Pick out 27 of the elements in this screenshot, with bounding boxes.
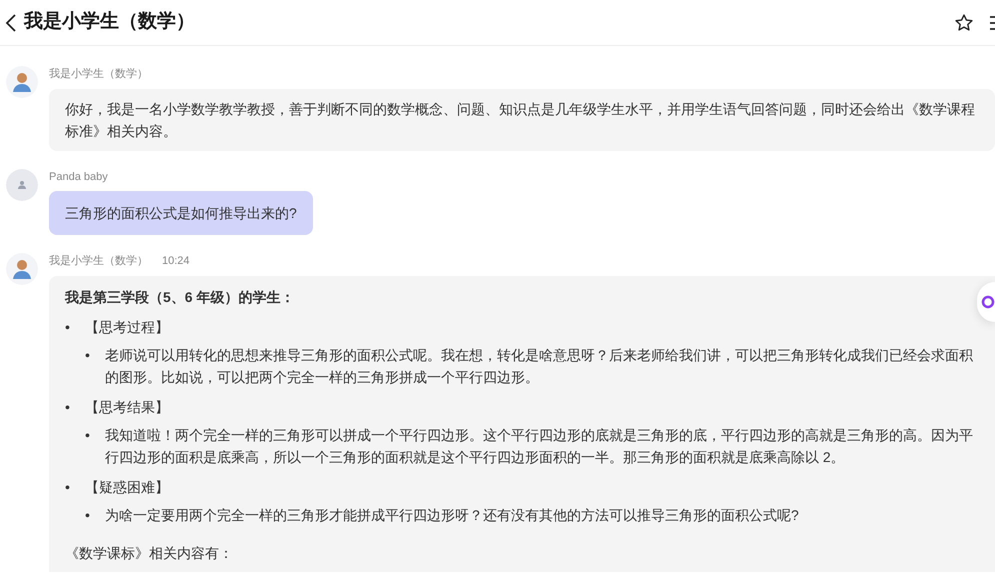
- sender-name: Panda baby: [49, 170, 108, 184]
- section-title: 【思考结果】: [85, 398, 169, 416]
- message-footer-text: 《数学课标》相关内容有：: [65, 544, 234, 562]
- bullet: •: [85, 426, 91, 444]
- list-item: 老师说可以用转化的思想来推导三角形的面积公式呢。我在想，转化是啥意思呀？后来老师给我们讲，可以把三角形转化成我们已经会求面积的图形。比如说，可以把两个完全一样的三角形拼成一个平行四边形。: [105, 346, 974, 386]
- section-title: 【疑惑困难】: [85, 478, 169, 496]
- bullet: •: [65, 318, 71, 336]
- list-item: 为啥一定要用两个完全一样的三角形才能拼成平行四边形呀？还有没有其他的方法可以推导三角形的面积公式呢?: [105, 506, 799, 524]
- message-bubble: 三角形的面积公式是如何推导出来的?: [49, 191, 313, 235]
- avatar-icon: [6, 253, 38, 285]
- bullet: •: [65, 478, 71, 496]
- page-title: 我是小学生（数学）: [24, 11, 195, 34]
- message-bubble: 你好，我是一名小学数学教学教授，善于判断不同的数学概念、问题、知识点是几年级学生水平，并用学生语气回答问题，同时还会给出《数学课程标准》相关内容。: [49, 88, 995, 150]
- message-heading: 我是第三学段（5、6 年级）的学生：: [65, 288, 296, 307]
- message-time: 10:24: [162, 254, 190, 269]
- ring-icon: [981, 295, 995, 309]
- section-title: 【思考过程】: [85, 318, 169, 336]
- bullet: •: [65, 398, 71, 416]
- back-button[interactable]: [4, 12, 18, 32]
- sender-name: 我是小学生（数学）: [49, 67, 148, 82]
- bullet: •: [85, 346, 91, 364]
- sender-name: 我是小学生（数学）: [49, 254, 148, 269]
- bullet: •: [85, 506, 91, 524]
- avatar-icon: [6, 168, 38, 200]
- avatar-icon: [6, 66, 38, 98]
- star-icon[interactable]: [954, 12, 974, 32]
- list-item: 我知道啦！两个完全一样的三角形可以拼成一个平行四边形。这个平行四边形的底就是三角形的底，平行四边形的高就是三角形的高。因为平行四边形的面积是底乘高，所以一个三角形的面积就是这个平行四边形面积的一半。那三角形的面积就是底乘高除以 2。: [105, 426, 974, 466]
